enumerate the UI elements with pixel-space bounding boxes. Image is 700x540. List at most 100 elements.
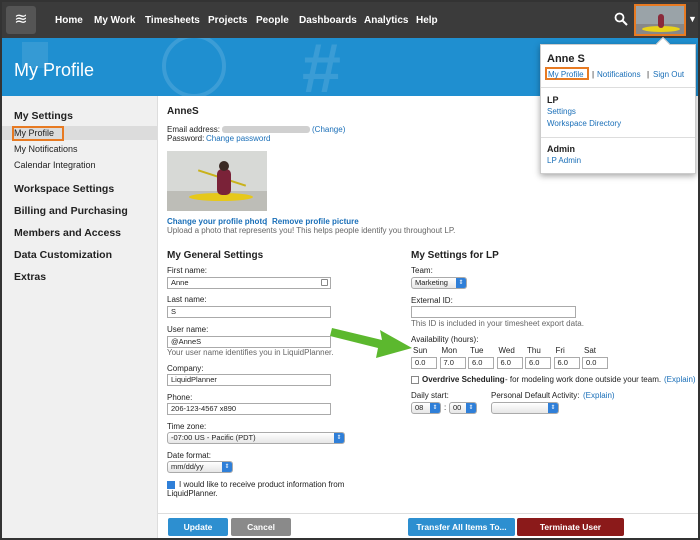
daily-start-minute-value: 00 bbox=[453, 403, 462, 412]
availability-day-label: Sat bbox=[584, 346, 597, 355]
chevron-down-icon[interactable]: ▼ bbox=[688, 14, 697, 24]
nav-home[interactable]: Home bbox=[55, 2, 83, 38]
last-name-input[interactable]: S bbox=[167, 306, 331, 318]
daily-start-label: Daily start: bbox=[411, 391, 449, 400]
last-name-label: Last name: bbox=[167, 295, 207, 304]
time-colon: : bbox=[444, 403, 447, 412]
availability-label: Availability (hours): bbox=[411, 335, 479, 344]
dropdown-workspace-directory-link[interactable]: Workspace Directory bbox=[547, 119, 621, 128]
profile-photo bbox=[167, 151, 267, 211]
dropdown-lp-admin-link[interactable]: LP Admin bbox=[547, 156, 581, 165]
availability-hours-input[interactable]: 7.0 bbox=[439, 357, 466, 369]
page-title: My Profile bbox=[14, 60, 95, 80]
change-password-link[interactable]: Change password bbox=[206, 134, 270, 143]
nav-analytics[interactable]: Analytics bbox=[364, 2, 408, 38]
dropdown-divider bbox=[541, 87, 695, 88]
annotation-arrow-icon bbox=[330, 328, 412, 358]
password-label: Password: bbox=[167, 134, 205, 143]
overdrive-checkbox[interactable] bbox=[411, 376, 419, 384]
app-logo-icon[interactable]: ≋ bbox=[6, 6, 36, 34]
search-icon[interactable] bbox=[614, 12, 628, 26]
timezone-select[interactable]: -07:00 US - Pacific (PDT) ⇕ bbox=[167, 432, 345, 444]
chevron-updown-icon: ⇕ bbox=[456, 278, 466, 288]
clock-decoration-icon bbox=[162, 38, 226, 96]
dropdown-notifications-link[interactable]: Notifications bbox=[597, 70, 641, 79]
date-format-label: Date format: bbox=[167, 451, 212, 460]
product-info-checkbox[interactable] bbox=[167, 481, 175, 489]
sidebar-section-members[interactable]: Members and Access bbox=[14, 227, 121, 239]
availability-hours-input[interactable]: 0.0 bbox=[582, 357, 608, 369]
top-nav: ≋ Home My Work Timesheets Projects Peopl… bbox=[2, 2, 698, 38]
team-select[interactable]: Marketing ⇕ bbox=[411, 277, 467, 289]
profile-username-heading: AnneS bbox=[167, 106, 199, 117]
date-format-select[interactable]: mm/dd/yy ⇕ bbox=[167, 461, 233, 473]
availability-hours-input[interactable]: 6.0 bbox=[468, 357, 494, 369]
dropdown-separator: | bbox=[592, 70, 595, 79]
user-menu-dropdown: Anne S My Profile | Notifications | Sign… bbox=[540, 36, 696, 174]
change-email-link[interactable]: (Change) bbox=[312, 125, 345, 134]
nav-people[interactable]: People bbox=[256, 2, 289, 38]
external-id-input[interactable] bbox=[411, 306, 576, 318]
dropdown-settings-link[interactable]: Settings bbox=[547, 107, 576, 116]
user-avatar[interactable] bbox=[634, 4, 686, 36]
daily-start-hour-select[interactable]: 08 ⇕ bbox=[411, 402, 441, 414]
change-photo-link[interactable]: Change your profile photo bbox=[167, 217, 267, 226]
photo-hint: Upload a photo that represents you! This… bbox=[167, 226, 456, 235]
dropdown-my-profile-link[interactable]: My Profile bbox=[548, 70, 584, 79]
user-name-hint: Your user name identifies you in LiquidP… bbox=[167, 348, 334, 357]
availability-hours-input[interactable]: 6.0 bbox=[525, 357, 551, 369]
phone-input[interactable]: 206-123-4567 x890 bbox=[167, 403, 331, 415]
photo-link-separator: | bbox=[265, 217, 268, 226]
timezone-value: -07:00 US - Pacific (PDT) bbox=[171, 433, 256, 442]
sidebar-section-data-customization[interactable]: Data Customization bbox=[14, 249, 112, 261]
external-id-label: External ID: bbox=[411, 296, 453, 305]
nav-my-work[interactable]: My Work bbox=[94, 2, 136, 38]
availability-day-label: Wed bbox=[498, 346, 515, 355]
pda-explain-link[interactable]: (Explain) bbox=[583, 391, 615, 400]
dropdown-sign-out-link[interactable]: Sign Out bbox=[653, 70, 684, 79]
availability-hours-input[interactable]: 6.0 bbox=[496, 357, 523, 369]
first-name-input[interactable]: Anne bbox=[167, 277, 331, 289]
daily-start-minute-select[interactable]: 00 ⇕ bbox=[449, 402, 477, 414]
nav-dashboards[interactable]: Dashboards bbox=[299, 2, 357, 38]
terminate-user-button[interactable]: Terminate User bbox=[517, 518, 624, 536]
nav-timesheets[interactable]: Timesheets bbox=[145, 2, 200, 38]
sidebar-section-workspace-settings[interactable]: Workspace Settings bbox=[14, 183, 114, 195]
user-name-input[interactable]: @AnneS bbox=[167, 336, 331, 348]
remove-photo-link[interactable]: Remove profile picture bbox=[272, 217, 359, 226]
chevron-updown-icon: ⇕ bbox=[334, 433, 344, 443]
first-name-label: First name: bbox=[167, 266, 208, 275]
email-redacted bbox=[222, 126, 310, 133]
availability-hours-input[interactable]: 0.0 bbox=[411, 357, 437, 369]
user-name-label: User name: bbox=[167, 325, 209, 334]
availability-hours-input[interactable]: 6.0 bbox=[553, 357, 580, 369]
sidebar-item-calendar-integration[interactable]: Calendar Integration bbox=[14, 160, 96, 170]
availability-day-label: Fri bbox=[555, 346, 565, 355]
chevron-updown-icon: ⇕ bbox=[222, 462, 232, 472]
date-format-value: mm/dd/yy bbox=[171, 462, 204, 471]
availability-day-label: Mon bbox=[441, 346, 458, 355]
lp-settings-heading: My Settings for LP bbox=[411, 250, 499, 261]
team-label: Team: bbox=[411, 266, 433, 275]
pda-label: Personal Default Activity: bbox=[491, 391, 580, 400]
sidebar-section-billing[interactable]: Billing and Purchasing bbox=[14, 205, 128, 217]
pda-select[interactable]: ⇕ bbox=[491, 402, 559, 414]
general-settings-heading: My General Settings bbox=[167, 250, 264, 261]
dropdown-admin-heading: Admin bbox=[547, 144, 575, 154]
company-input[interactable]: LiquidPlanner bbox=[167, 374, 331, 386]
transfer-items-button[interactable]: Transfer All Items To... bbox=[408, 518, 515, 536]
sidebar-section-extras[interactable]: Extras bbox=[14, 271, 46, 283]
nav-projects[interactable]: Projects bbox=[208, 2, 247, 38]
nav-help[interactable]: Help bbox=[416, 2, 438, 38]
chevron-updown-icon: ⇕ bbox=[548, 403, 558, 413]
sidebar-item-my-notifications[interactable]: My Notifications bbox=[14, 144, 78, 154]
cancel-button[interactable]: Cancel bbox=[231, 518, 291, 536]
sidebar-section-my-settings[interactable]: My Settings bbox=[14, 110, 73, 122]
update-button[interactable]: Update bbox=[168, 518, 228, 536]
sidebar: My Settings My Profile My Notifications … bbox=[2, 96, 158, 538]
product-info-label-2: LiquidPlanner. bbox=[167, 489, 218, 498]
overdrive-explain-link[interactable]: (Explain) bbox=[664, 375, 696, 384]
company-label: Company: bbox=[167, 364, 204, 373]
dropdown-user-name: Anne S bbox=[547, 53, 585, 65]
dropdown-separator: | bbox=[647, 70, 650, 79]
